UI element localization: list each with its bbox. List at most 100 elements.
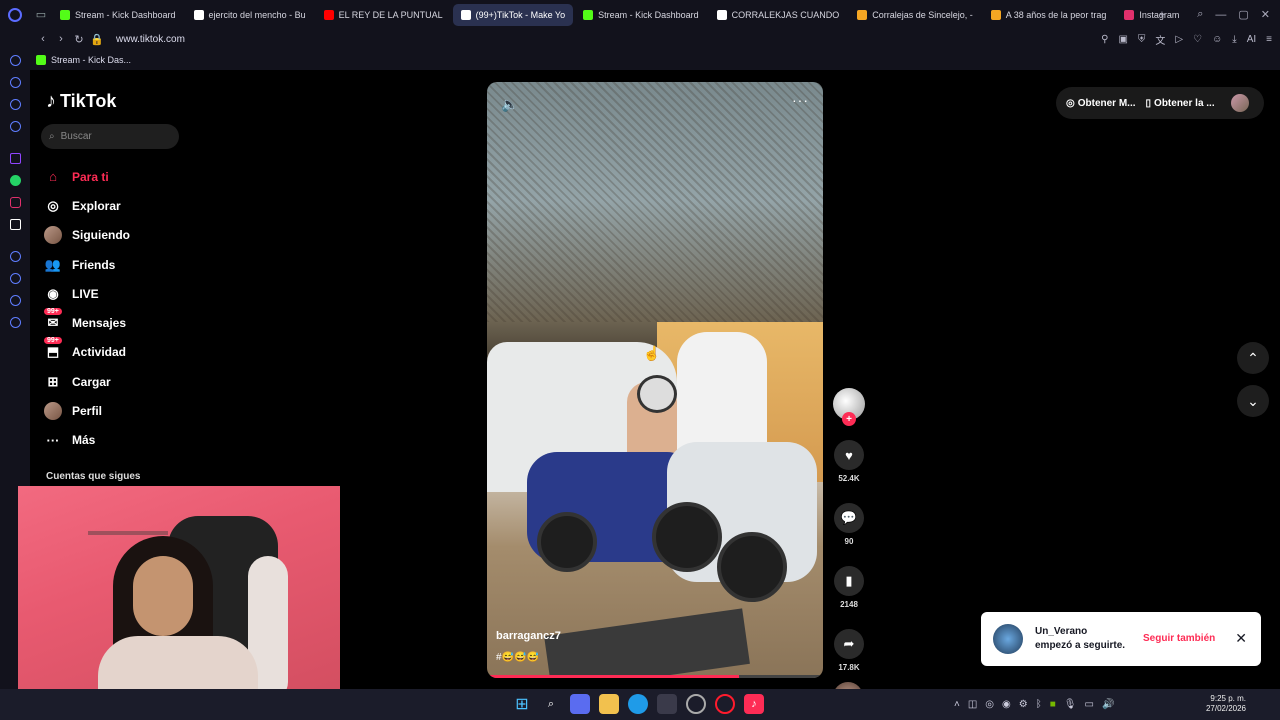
menu-item[interactable]: ◉ LIVE bbox=[44, 279, 130, 308]
pin-icon[interactable]: ⚲ bbox=[1101, 34, 1108, 45]
speaker-icon[interactable]: 🔊 bbox=[1102, 699, 1114, 710]
reload-icon[interactable]: ↻ bbox=[70, 33, 88, 46]
menu-item[interactable]: Perfil bbox=[44, 396, 130, 425]
opera-logo-icon[interactable] bbox=[0, 0, 30, 29]
follow-back-button[interactable]: Seguir también bbox=[1143, 633, 1215, 644]
menu-icon[interactable]: ≡ bbox=[1266, 34, 1272, 45]
video-hashtags[interactable]: #😅😅😅 bbox=[496, 652, 539, 663]
translate-icon[interactable]: 文 bbox=[1155, 32, 1165, 47]
url-field[interactable]: www.tiktok.com bbox=[116, 34, 185, 45]
ai-button[interactable]: AI bbox=[1247, 34, 1256, 45]
chevron-up-icon[interactable]: ˄ bbox=[954, 699, 960, 710]
follower-name[interactable]: Un_Verano bbox=[1035, 625, 1125, 639]
comment-button[interactable]: 💬 bbox=[834, 503, 864, 533]
video-username[interactable]: barragancz7 bbox=[496, 630, 561, 642]
store-icon[interactable] bbox=[657, 694, 677, 714]
browser-tab[interactable]: Stream - Kick Dashboard bbox=[575, 4, 707, 26]
search-input[interactable]: ⌕ Buscar bbox=[41, 124, 179, 149]
helmet bbox=[637, 375, 677, 413]
like-button[interactable]: ♥ bbox=[834, 440, 864, 470]
volume-icon[interactable]: 🔈 bbox=[501, 96, 518, 113]
edge-icon[interactable] bbox=[628, 694, 648, 714]
browser-tab[interactable]: Corralejas de Sincelejo, - bbox=[849, 4, 981, 26]
bookmark-item[interactable]: Stream - Kick Das... bbox=[51, 55, 131, 65]
settings-icon[interactable] bbox=[10, 317, 21, 328]
ai-icon[interactable] bbox=[10, 55, 21, 66]
play-icon[interactable]: ▷ bbox=[1175, 34, 1183, 45]
obs-icon[interactable] bbox=[686, 694, 706, 714]
minimize-icon[interactable]: — bbox=[1215, 9, 1226, 21]
get-app-button[interactable]: ▯ Obtener la ... bbox=[1146, 98, 1215, 109]
tasks-icon[interactable] bbox=[10, 121, 21, 132]
player-icon[interactable] bbox=[10, 251, 21, 262]
user-avatar[interactable] bbox=[1230, 94, 1249, 112]
new-tab-icon[interactable]: + bbox=[1159, 9, 1165, 21]
whatsapp-icon[interactable] bbox=[10, 175, 21, 186]
tray-app-icon[interactable]: ◉ bbox=[1002, 699, 1011, 710]
messenger-icon[interactable] bbox=[10, 99, 21, 110]
follow-plus-icon[interactable]: + bbox=[842, 412, 856, 426]
network-icon[interactable]: ▭ bbox=[1084, 699, 1093, 710]
copilot-icon[interactable] bbox=[570, 694, 590, 714]
crypto-icon[interactable] bbox=[10, 77, 21, 88]
menu-item[interactable]: 👥 Friends bbox=[44, 250, 130, 279]
bluetooth-icon[interactable]: ᛒ bbox=[1036, 699, 1042, 710]
steam-icon[interactable]: ⚙ bbox=[1019, 699, 1028, 710]
tab-favicon-icon bbox=[990, 9, 1001, 20]
heart-icon[interactable]: ♡ bbox=[1193, 34, 1202, 45]
tiktok-app-icon[interactable]: ♪ bbox=[744, 694, 764, 714]
browser-tab[interactable]: ejercito del mencho - Bu bbox=[186, 4, 314, 26]
system-clock[interactable]: 9:25 p. m. 27/02/2026 bbox=[1206, 694, 1246, 714]
get-coins-button[interactable]: ◎ Obtener M... bbox=[1066, 98, 1136, 109]
search-tabs-icon[interactable]: ⌕ bbox=[1197, 8, 1203, 21]
forward-icon[interactable]: › bbox=[52, 33, 70, 45]
tiktok-icon[interactable] bbox=[10, 219, 21, 230]
tray-app-icon[interactable]: ◫ bbox=[968, 699, 977, 710]
tab-overview-icon[interactable]: ▭ bbox=[30, 0, 52, 29]
back-icon[interactable]: ‹ bbox=[34, 33, 52, 45]
close-icon[interactable]: ✕ bbox=[1235, 630, 1247, 647]
snapshot-icon[interactable]: ▣ bbox=[1118, 34, 1127, 45]
more-options-icon[interactable]: ··· bbox=[792, 92, 809, 108]
close-window-icon[interactable]: ✕ bbox=[1261, 8, 1270, 21]
extensions-icon[interactable] bbox=[10, 295, 21, 306]
menu-item[interactable]: Siguiendo bbox=[44, 221, 130, 250]
windows-start-icon[interactable]: ⊞ bbox=[512, 694, 532, 714]
browser-tab[interactable]: Stream - Kick Dashboard bbox=[52, 4, 184, 26]
tiktok-logo[interactable]: ♪ TikTok bbox=[46, 90, 116, 113]
search-icon[interactable]: ⌕ bbox=[541, 694, 561, 714]
previous-video-button[interactable]: ⌃ bbox=[1237, 342, 1269, 374]
history-icon[interactable] bbox=[10, 273, 21, 284]
video-player[interactable]: 🔈 ··· barragancz7 #😅😅😅 bbox=[487, 82, 823, 678]
tab-favicon-icon bbox=[193, 9, 204, 20]
menu-item[interactable]: ⊞ Cargar bbox=[44, 367, 130, 396]
tray-app-icon[interactable]: ◎ bbox=[985, 699, 994, 710]
download-icon[interactable]: ⤓ bbox=[1232, 34, 1236, 45]
tab-label: CORRALEKJAS CUANDO bbox=[731, 9, 840, 20]
twitch-icon[interactable] bbox=[10, 153, 21, 164]
file-explorer-icon[interactable] bbox=[599, 694, 619, 714]
browser-tab[interactable]: (99+)TikTok - Make Yo bbox=[452, 3, 574, 26]
share-button[interactable]: ➦ bbox=[834, 629, 864, 659]
menu-item[interactable]: ⬒ 99+ Actividad bbox=[44, 337, 130, 367]
menu-item[interactable]: ◎ Explorar bbox=[44, 191, 130, 220]
nvidia-icon[interactable]: ■ bbox=[1050, 699, 1056, 710]
maximize-icon[interactable]: ▢ bbox=[1238, 8, 1248, 21]
menu-item[interactable]: ✉ 99+ Mensajes bbox=[44, 308, 130, 337]
browser-tab[interactable]: A 38 años de la peor trag bbox=[983, 4, 1115, 26]
menu-item[interactable]: ··· Más bbox=[44, 426, 130, 455]
video-progress-bar[interactable] bbox=[487, 675, 823, 678]
follower-avatar[interactable] bbox=[993, 624, 1023, 654]
menu-item[interactable]: ⌂ Para ti bbox=[44, 162, 130, 191]
opera-icon[interactable] bbox=[715, 694, 735, 714]
creator-avatar[interactable]: + bbox=[833, 388, 865, 426]
save-button[interactable]: ▮ bbox=[834, 566, 864, 596]
account-icon[interactable]: ☺ bbox=[1212, 34, 1222, 45]
webcam-overlay bbox=[18, 486, 340, 702]
instagram-icon[interactable] bbox=[10, 197, 21, 208]
microphone-icon[interactable]: 🎙 bbox=[1064, 699, 1077, 710]
shield-icon[interactable]: ⛨ bbox=[1138, 34, 1146, 45]
browser-tab[interactable]: EL REY DE LA PUNTUAL bbox=[316, 4, 451, 26]
browser-tab[interactable]: CORRALEKJAS CUANDO bbox=[709, 4, 848, 26]
next-video-button[interactable]: ⌄ bbox=[1237, 385, 1269, 417]
